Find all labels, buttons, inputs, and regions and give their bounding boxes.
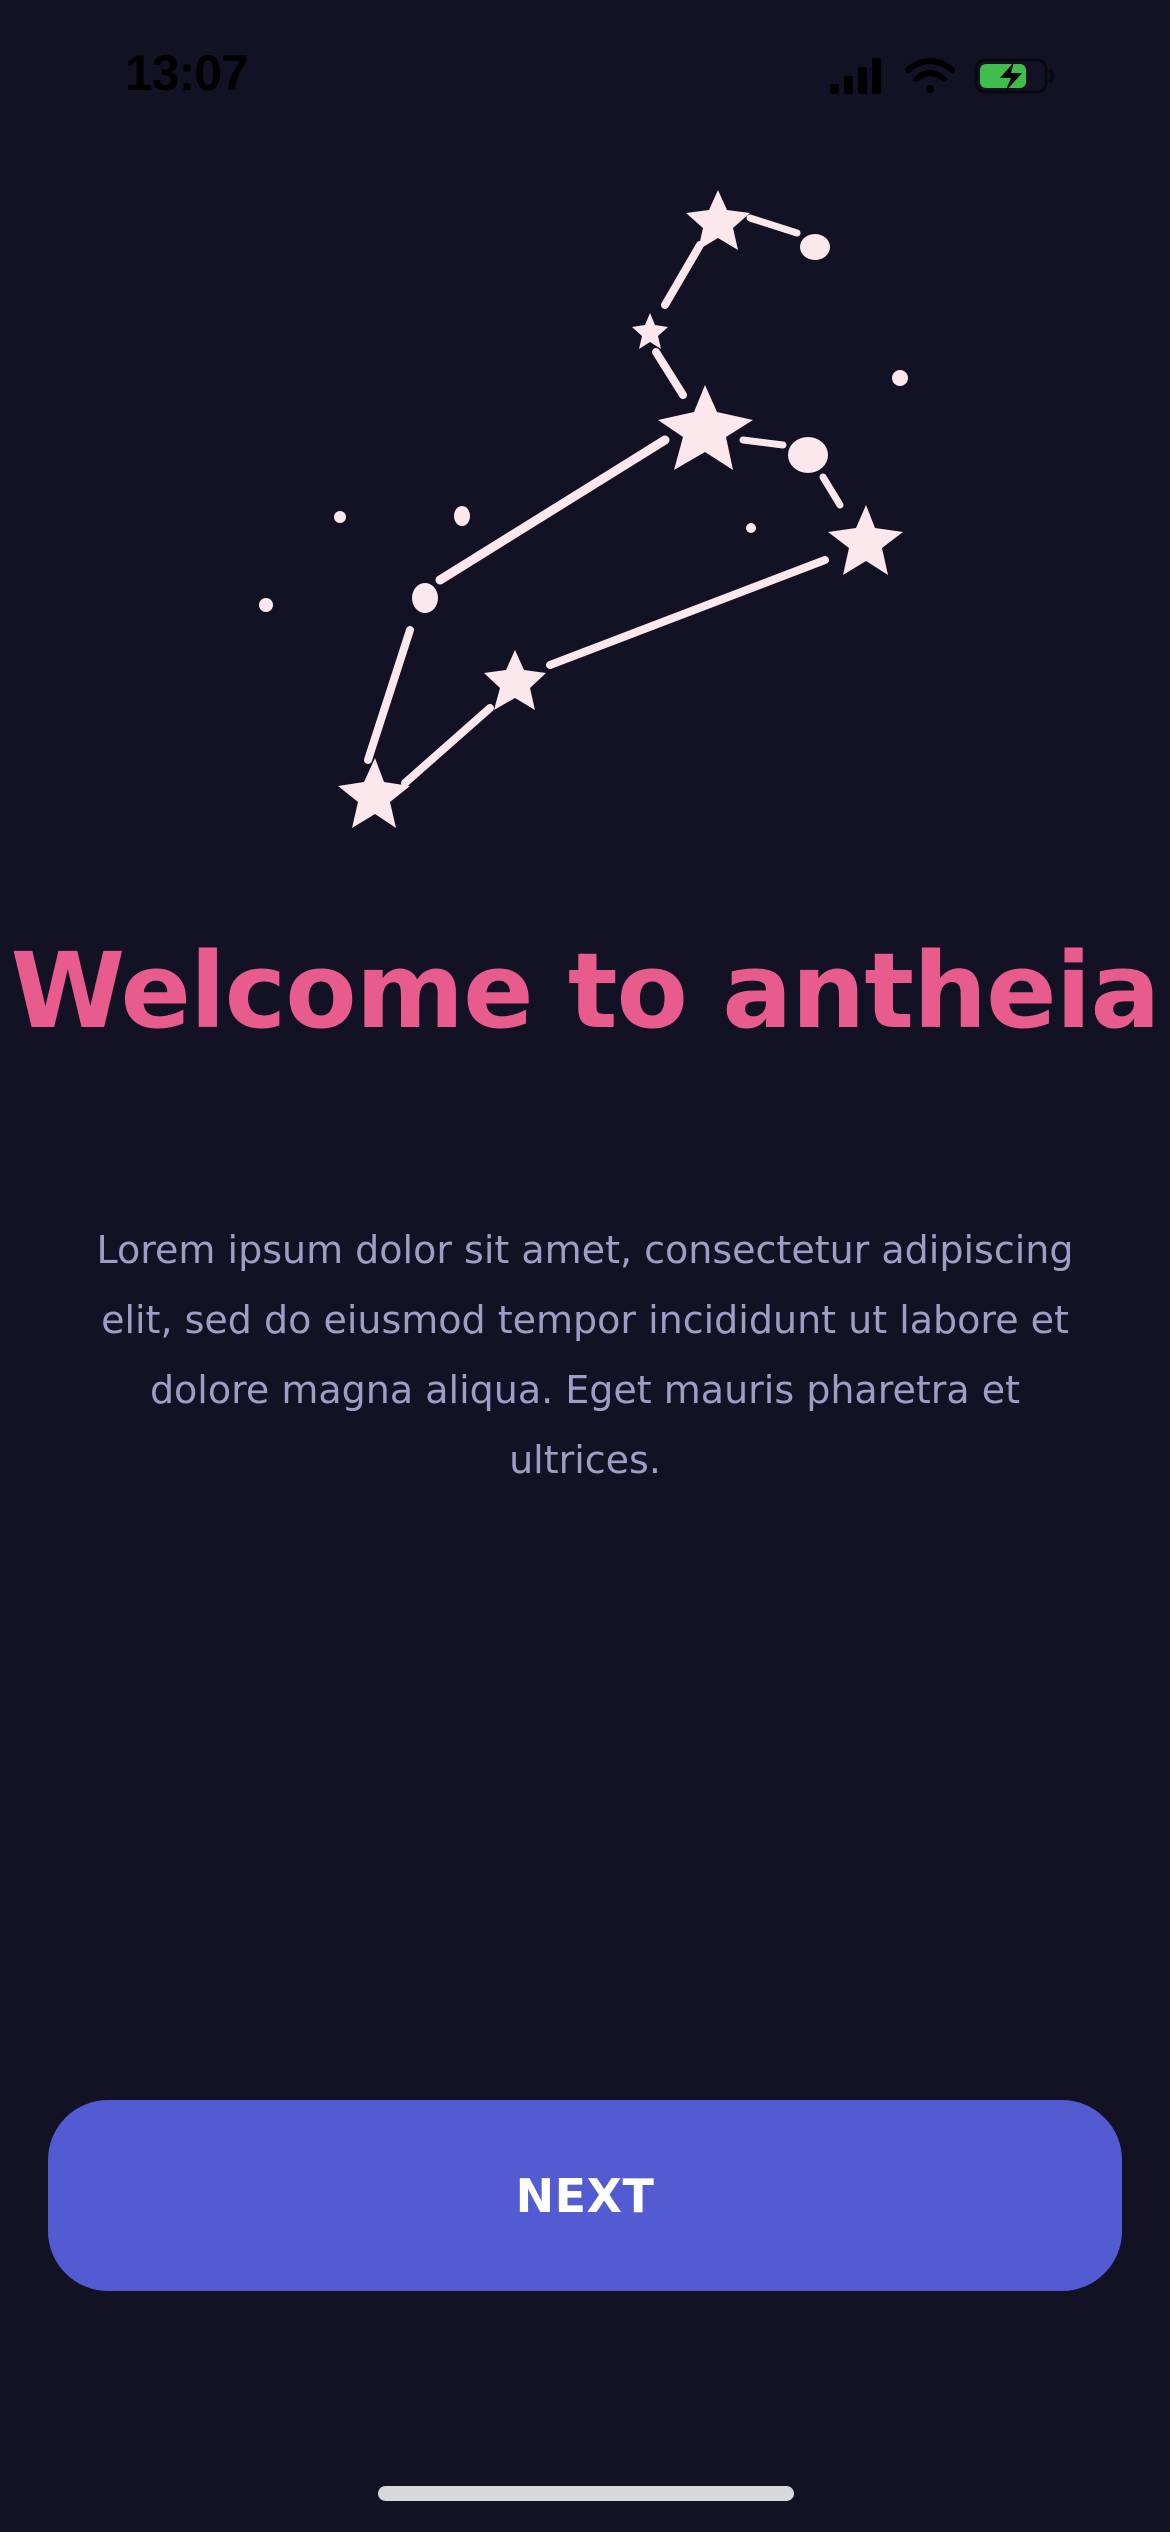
status-bar: 13:07 bbox=[0, 0, 1170, 150]
next-button[interactable]: NEXT bbox=[48, 2100, 1122, 2291]
wifi-icon bbox=[905, 58, 955, 93]
constellation-icon bbox=[259, 190, 908, 828]
home-indicator[interactable] bbox=[378, 2486, 794, 2501]
welcome-description: Lorem ipsum dolor sit amet, consectetur … bbox=[96, 1228, 1074, 1482]
welcome-title: Welcome to antheia bbox=[10, 930, 1160, 1052]
battery-charging-icon bbox=[974, 58, 1055, 94]
cellular-signal-icon bbox=[830, 58, 881, 94]
status-icons bbox=[830, 58, 1055, 94]
status-time: 13:07 bbox=[125, 45, 249, 101]
